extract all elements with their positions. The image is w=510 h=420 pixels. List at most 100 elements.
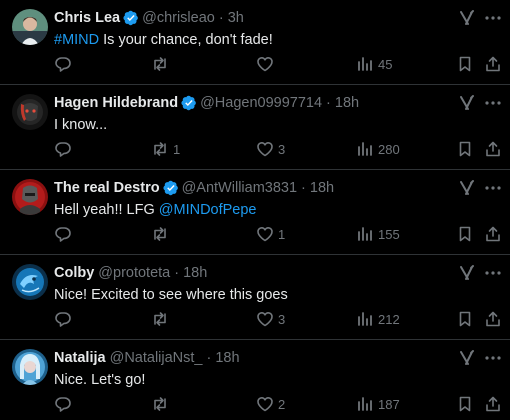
share-button[interactable] <box>484 53 502 75</box>
post-timestamp[interactable]: 18h <box>215 348 239 368</box>
bookmark-icon <box>459 141 471 157</box>
heart-icon <box>257 142 273 157</box>
post-header: Hagen Hildebrand @Hagen09997714 · 18h <box>54 93 359 113</box>
avatar-blue-creature-icon <box>12 264 48 300</box>
repost-button[interactable] <box>151 223 173 245</box>
display-name[interactable]: Hagen Hildebrand <box>54 93 178 113</box>
post-text: Nice! Excited to see where this goes <box>54 285 288 305</box>
user-handle[interactable]: @chrisleao <box>142 8 215 28</box>
views-icon <box>358 57 372 71</box>
repost-button[interactable] <box>151 393 173 415</box>
grok-icon[interactable] <box>458 9 476 27</box>
share-icon <box>486 226 500 242</box>
share-button[interactable] <box>484 308 502 330</box>
post-timestamp[interactable]: 18h <box>183 263 207 283</box>
avatar[interactable] <box>12 349 48 385</box>
repost-icon <box>154 397 166 411</box>
post-timestamp[interactable]: 18h <box>310 178 334 198</box>
grok-icon[interactable] <box>458 179 476 197</box>
views-button[interactable]: 155 <box>356 223 400 245</box>
bookmark-button[interactable] <box>456 53 474 75</box>
heart-icon <box>257 312 273 327</box>
like-count: 3 <box>278 141 286 157</box>
reply-icon <box>55 397 71 412</box>
reply-button[interactable] <box>54 223 76 245</box>
mention-link[interactable]: @MINDofPepe <box>159 202 257 218</box>
like-button[interactable]: 1 <box>256 223 285 245</box>
grok-icon[interactable] <box>458 94 476 112</box>
repost-icon <box>154 227 166 241</box>
post-item[interactable]: The real Destro @AntWilliam3831 · 18h He… <box>0 170 510 255</box>
reply-icon <box>55 142 71 157</box>
bookmark-button[interactable] <box>456 138 474 160</box>
more-options-icon[interactable] <box>484 179 502 197</box>
reply-button[interactable] <box>54 138 76 160</box>
post-text-body: Nice. Let's go! <box>54 372 146 388</box>
display-name[interactable]: The real Destro <box>54 178 160 198</box>
like-button[interactable]: 3 <box>256 138 285 160</box>
bookmark-button[interactable] <box>456 308 474 330</box>
more-options-icon[interactable] <box>484 264 502 282</box>
grok-icon[interactable] <box>458 264 476 282</box>
views-button[interactable]: 212 <box>356 308 400 330</box>
views-button[interactable]: 187 <box>356 393 400 415</box>
grok-icon[interactable] <box>458 349 476 367</box>
repost-button[interactable] <box>151 53 173 75</box>
post-timestamp[interactable]: 3h <box>228 8 244 28</box>
bookmark-button[interactable] <box>456 223 474 245</box>
avatar[interactable] <box>12 94 48 130</box>
post-item[interactable]: Hagen Hildebrand @Hagen09997714 · 18h I … <box>0 85 510 170</box>
share-button[interactable] <box>484 393 502 415</box>
more-options-icon[interactable] <box>484 9 502 27</box>
avatar[interactable] <box>12 264 48 300</box>
bookmark-icon <box>459 226 471 242</box>
display-name[interactable]: Chris Lea <box>54 8 120 28</box>
views-icon <box>358 227 372 241</box>
repost-icon <box>154 57 166 71</box>
more-options-icon[interactable] <box>484 94 502 112</box>
like-button[interactable] <box>256 53 278 75</box>
user-handle[interactable]: @NatalijaNst_ <box>110 348 203 368</box>
like-button[interactable]: 2 <box>256 393 285 415</box>
views-button[interactable]: 45 <box>356 53 392 75</box>
verified-badge-icon <box>163 180 179 196</box>
like-button[interactable]: 3 <box>256 308 285 330</box>
user-handle[interactable]: @prototeta <box>98 263 170 283</box>
display-name[interactable]: Natalija <box>54 348 106 368</box>
user-handle[interactable]: @AntWilliam3831 <box>182 178 297 198</box>
hashtag-link[interactable]: #MIND <box>54 32 99 48</box>
post-text-body: Nice! Excited to see where this goes <box>54 287 288 303</box>
separator-dot: · <box>326 95 331 111</box>
user-handle[interactable]: @Hagen09997714 <box>200 93 322 113</box>
reply-button[interactable] <box>54 53 76 75</box>
repost-button[interactable]: 1 <box>151 138 180 160</box>
action-bar: 45 <box>0 53 510 75</box>
action-bar: 1 3 280 <box>0 138 510 160</box>
more-options-icon[interactable] <box>484 349 502 367</box>
post-item[interactable]: Chris Lea @chrisleao · 3h #MIND Is your … <box>0 0 510 85</box>
share-button[interactable] <box>484 223 502 245</box>
avatar-photo-man-icon <box>12 9 48 45</box>
avatar-blue-woman-icon <box>12 349 48 385</box>
like-count: 1 <box>278 226 286 242</box>
post-item[interactable]: Colby @prototeta · 18h Nice! Excited to … <box>0 255 510 340</box>
avatar[interactable] <box>12 179 48 215</box>
share-button[interactable] <box>484 138 502 160</box>
post-timestamp[interactable]: 18h <box>335 93 359 113</box>
repost-button[interactable] <box>151 308 173 330</box>
avatar[interactable] <box>12 9 48 45</box>
avatar-red-warrior-icon <box>12 179 48 215</box>
view-count: 280 <box>378 141 400 157</box>
post-header: Natalija @NatalijaNst_ · 18h <box>54 348 240 368</box>
post-item[interactable]: Natalija @NatalijaNst_ · 18h Nice. Let's… <box>0 340 510 420</box>
views-icon <box>358 312 372 326</box>
bookmark-button[interactable] <box>456 393 474 415</box>
reply-button[interactable] <box>54 393 76 415</box>
reply-button[interactable] <box>54 308 76 330</box>
bookmark-icon <box>459 56 471 72</box>
post-text-body: Is your chance, don't fade! <box>99 32 273 48</box>
display-name[interactable]: Colby <box>54 263 94 283</box>
heart-icon <box>257 57 273 72</box>
views-button[interactable]: 280 <box>356 138 400 160</box>
post-text: Nice. Let's go! <box>54 370 145 390</box>
